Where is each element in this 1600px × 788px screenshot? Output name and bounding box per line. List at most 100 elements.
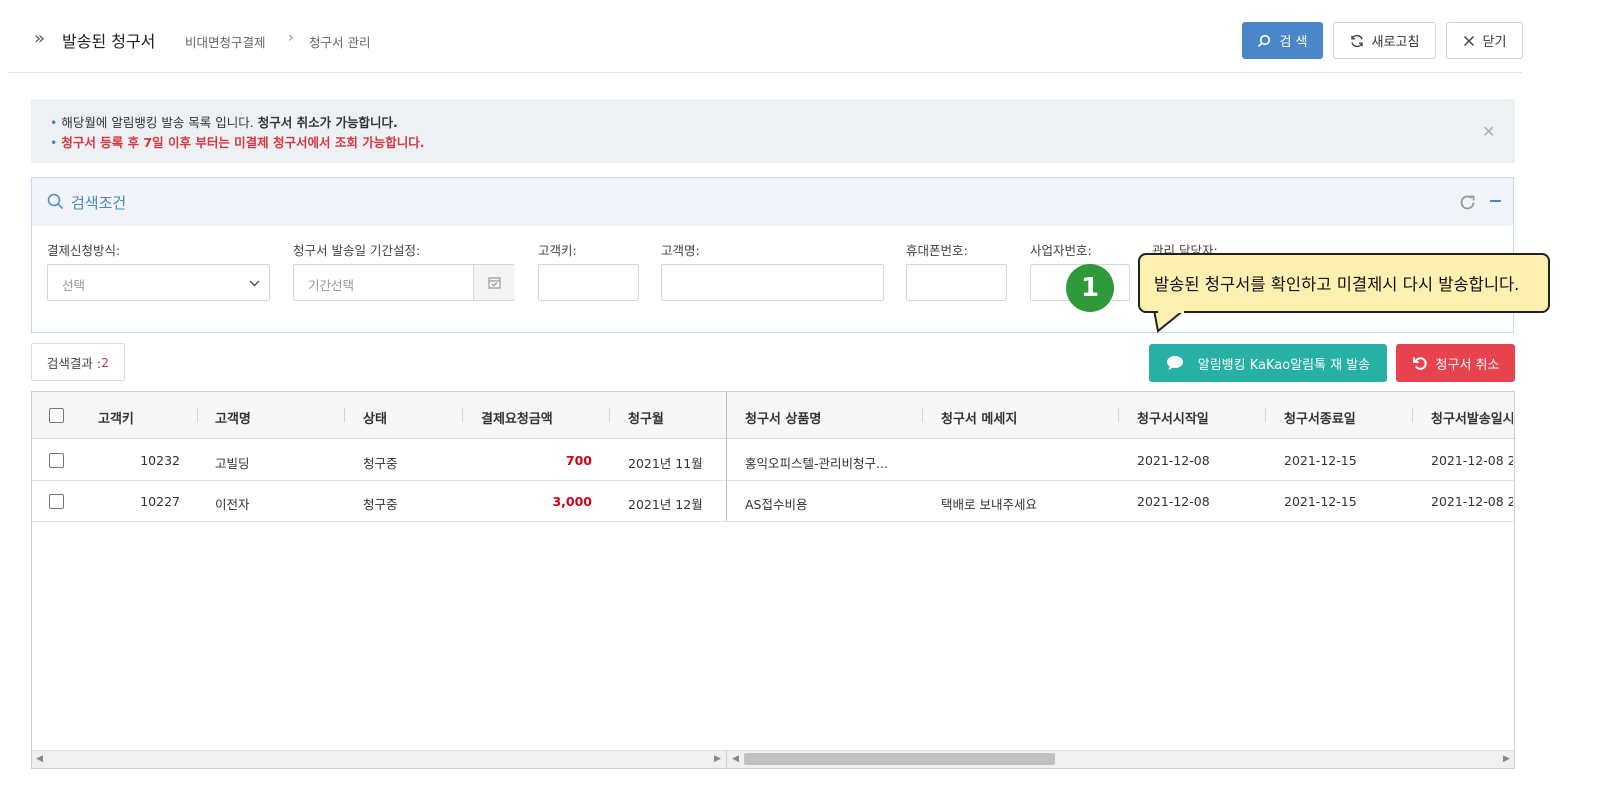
scroll-right-icon[interactable]: ▶ <box>1503 754 1510 764</box>
column-header-product[interactable]: 청구서 상품명 <box>745 408 821 427</box>
cell-end-date: 2021-12-15 <box>1284 494 1357 509</box>
cell-month: 2021년 12월 <box>628 497 703 512</box>
row-checkbox[interactable] <box>49 453 64 468</box>
column-divider <box>922 408 923 422</box>
column-divider <box>1265 408 1266 422</box>
search-button-label: 검 색 <box>1279 35 1308 50</box>
scroll-right-icon[interactable]: ▶ <box>714 754 721 764</box>
notice-emphasis: 청구서 취소가 가능합니다. <box>257 115 398 130</box>
refresh-icon <box>1350 34 1363 47</box>
column-header-status[interactable]: 상태 <box>363 408 387 427</box>
column-divider <box>609 408 610 422</box>
frozen-column-divider <box>726 392 727 521</box>
payment-method-select[interactable]: 선택 <box>47 264 270 301</box>
period-input[interactable]: 기간선택 <box>293 264 515 301</box>
search-button[interactable]: 검 색 <box>1242 22 1323 59</box>
search-icon <box>47 193 64 210</box>
header-divider <box>8 72 1522 73</box>
close-button[interactable]: 닫기 <box>1446 22 1523 59</box>
calendar-button[interactable] <box>473 265 515 300</box>
calendar-icon <box>488 277 501 289</box>
cell-month: 2021년 11월 <box>628 456 703 471</box>
payment-method-label: 결제신청방식: <box>47 243 121 258</box>
cell-customer-key: 10232 <box>140 453 180 468</box>
row-checkbox[interactable] <box>49 494 64 509</box>
close-button-label: 닫기 <box>1482 35 1507 50</box>
refresh-button-label: 새로고침 <box>1371 35 1420 50</box>
notice-text: 해당월에 알림뱅킹 발송 목록 입니다. <box>61 115 254 130</box>
search-icon <box>1258 34 1271 47</box>
notice-close-icon[interactable]: ✕ <box>1482 122 1495 141</box>
kakao-resend-button[interactable]: 알림뱅킹 KaKao알림톡 재 발송 <box>1149 344 1387 382</box>
notice-line-1: • 해당월에 알림뱅킹 발송 목록 입니다. 청구서 취소가 가능합니다. <box>50 112 398 131</box>
column-header-customer-key[interactable]: 고객키 <box>98 408 134 427</box>
cell-customer-key: 10227 <box>140 494 180 509</box>
cell-message: 택배로 보내주세요 <box>941 497 1037 512</box>
notice-box <box>31 99 1515 163</box>
cancel-invoice-button[interactable]: 청구서 취소 <box>1396 344 1515 382</box>
cell-start-date: 2021-12-08 <box>1137 494 1210 509</box>
undo-icon <box>1412 357 1427 370</box>
select-all-checkbox[interactable] <box>49 408 64 423</box>
collapse-icon[interactable] <box>1490 200 1501 202</box>
search-panel-header <box>32 178 1513 226</box>
customer-name-input[interactable] <box>661 264 884 301</box>
page-title: 발송된 청구서 <box>62 32 156 51</box>
refresh-button[interactable]: 새로고침 <box>1333 22 1436 59</box>
column-divider <box>462 408 463 422</box>
select-placeholder: 선택 <box>62 278 86 293</box>
cell-status: 청구중 <box>363 497 398 512</box>
scrollbar-thumb[interactable] <box>744 753 1055 765</box>
scroll-left-icon[interactable]: ◀ <box>732 754 739 764</box>
result-count: 검색결과 : 2 <box>31 343 125 381</box>
kakao-resend-label: 알림뱅킹 KaKao알림톡 재 발송 <box>1197 357 1371 373</box>
result-count-label: 검색결과 : <box>46 355 102 371</box>
cell-product: AS접수비용 <box>745 497 808 512</box>
breadcrumb-item[interactable]: 청구서 관리 <box>309 32 370 51</box>
menu-chevron-icon: » <box>34 28 46 49</box>
cell-customer-name: 이전자 <box>215 497 250 512</box>
period-label: 청구서 발송일 기간설정: <box>293 243 421 258</box>
tooltip-bubble: 발송된 청구서를 확인하고 미결제시 다시 발송합니다. <box>1138 253 1550 313</box>
chevron-down-icon <box>249 280 260 287</box>
cancel-invoice-label: 청구서 취소 <box>1435 357 1500 373</box>
cell-start-date: 2021-12-08 <box>1137 453 1210 468</box>
tooltip-text: 발송된 청구서를 확인하고 미결제시 다시 발송합니다. <box>1154 275 1520 294</box>
column-divider <box>1412 408 1413 422</box>
column-header-end-date[interactable]: 청구서종료일 <box>1284 408 1356 427</box>
column-header-amount[interactable]: 결제요청금액 <box>481 408 553 427</box>
phone-label: 휴대폰번호: <box>906 243 968 258</box>
search-panel-title: 검색조건 <box>71 194 127 212</box>
customer-key-input[interactable] <box>538 264 639 301</box>
cell-end-date: 2021-12-15 <box>1284 453 1357 468</box>
step-badge: 1 <box>1066 264 1114 312</box>
column-divider <box>197 408 198 422</box>
tooltip-pointer-cover <box>1158 309 1184 313</box>
breadcrumb-item[interactable]: 비대면청구결제 <box>185 32 266 51</box>
column-header-customer-name[interactable]: 고객명 <box>215 408 251 427</box>
bullet-icon: • <box>50 135 58 150</box>
business-no-label: 사업자번호: <box>1030 243 1092 258</box>
cell-amount: 700 <box>565 453 592 468</box>
column-header-month[interactable]: 청구월 <box>628 408 664 427</box>
notice-line-2: • 청구서 등록 후 7일 이후 부터는 미결제 청구서에서 조회 가능합니다. <box>50 132 425 151</box>
bullet-icon: • <box>50 115 58 130</box>
column-divider <box>1118 408 1119 422</box>
scroll-left-icon[interactable]: ◀ <box>36 754 43 764</box>
breadcrumb-separator-icon: › <box>288 30 294 46</box>
close-icon <box>1463 35 1474 46</box>
cell-sent-clip: 2021-12-08 21 <box>1431 450 1513 472</box>
column-header-message[interactable]: 청구서 메세지 <box>941 408 1017 427</box>
result-count-value: 2 <box>101 354 110 370</box>
customer-key-label: 고객키: <box>538 243 577 258</box>
column-header-sent-clip: 청구서발송일시 <box>1431 400 1513 430</box>
cell-customer-name: 고빌딩 <box>215 456 250 471</box>
notice-warning-text: 청구서 등록 후 7일 이후 부터는 미결제 청구서에서 조회 가능합니다. <box>61 135 425 150</box>
scrollbar-divider <box>726 750 727 768</box>
reset-icon[interactable] <box>1459 194 1476 211</box>
cell-sent-clip: 2021-12-08 21 <box>1431 491 1513 513</box>
column-header-start-date[interactable]: 청구서시작일 <box>1137 408 1209 427</box>
phone-input[interactable] <box>906 264 1007 301</box>
cell-status: 청구중 <box>363 456 398 471</box>
column-header-sent-date[interactable]: 청구서발송일시 <box>1431 408 1513 427</box>
